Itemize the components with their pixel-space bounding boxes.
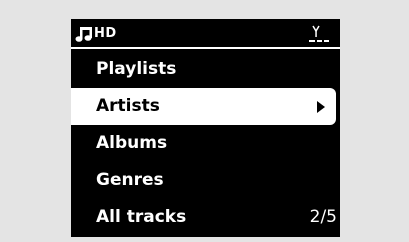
antenna-signal-icon xyxy=(309,25,329,42)
menu-item-label: Genres xyxy=(96,170,164,190)
device-screen: HD Playlists Artists Albums Genres All t… xyxy=(71,19,340,237)
music-note-icon xyxy=(75,27,92,42)
menu-item-label: Playlists xyxy=(96,59,177,79)
source-label: HD xyxy=(94,26,117,41)
menu-item-label: Albums xyxy=(96,133,168,153)
menu-item-albums[interactable]: Albums xyxy=(71,125,340,162)
menu-list: Playlists Artists Albums Genres All trac… xyxy=(71,51,340,236)
chevron-right-icon xyxy=(317,101,325,113)
menu-item-label: Artists xyxy=(96,96,160,116)
menu-item-all-tracks[interactable]: All tracks 2/5 xyxy=(71,199,340,236)
menu-item-artists[interactable]: Artists xyxy=(71,88,336,125)
menu-item-label: All tracks xyxy=(96,207,187,227)
status-bar: HD xyxy=(71,19,340,49)
page: HD Playlists Artists Albums Genres All t… xyxy=(0,0,409,242)
position-counter: 2/5 xyxy=(309,207,337,227)
menu-item-genres[interactable]: Genres xyxy=(71,162,340,199)
menu-item-playlists[interactable]: Playlists xyxy=(71,51,340,88)
